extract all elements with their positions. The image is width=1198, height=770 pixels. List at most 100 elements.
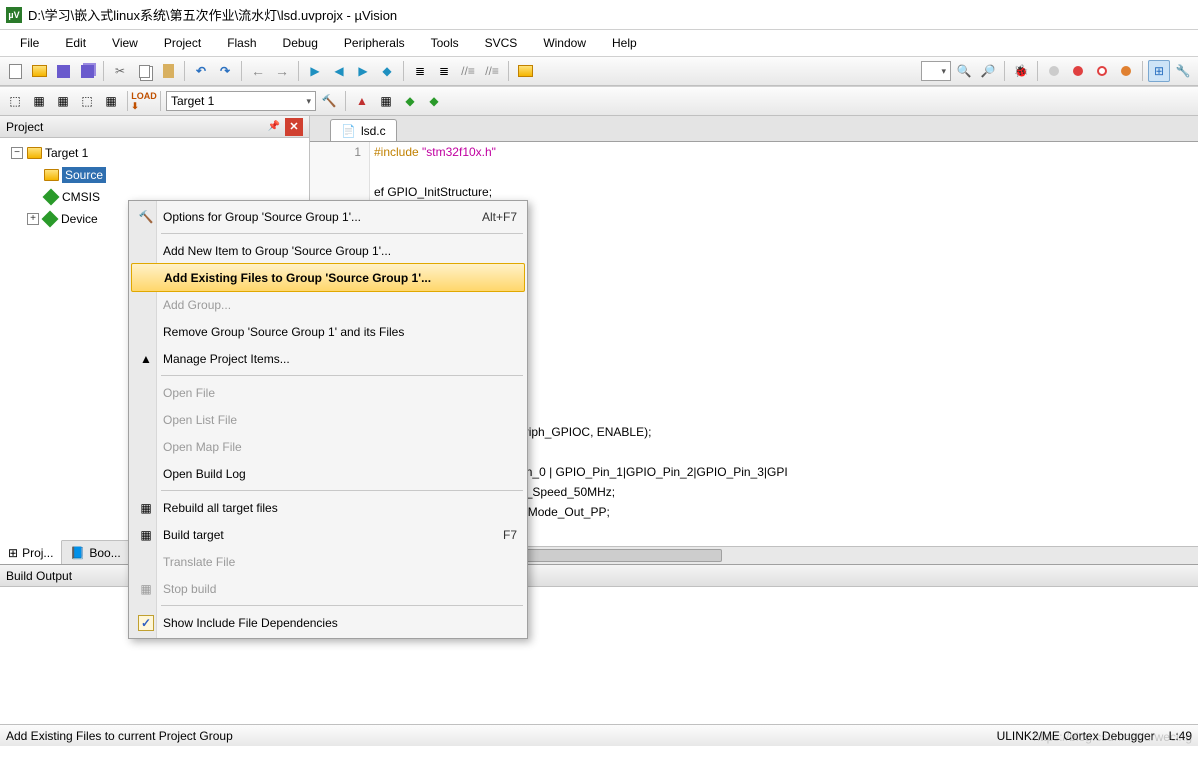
translate-button[interactable]: ⬚ (4, 90, 26, 112)
menu-file[interactable]: File (8, 33, 51, 53)
ctx-open-build-log[interactable]: Open Build Log (131, 460, 525, 487)
doc-tab-lsd[interactable]: 📄 lsd.c (330, 119, 397, 141)
rebuild-icon: ▦ (137, 499, 155, 517)
target-options-button[interactable]: 🔨 (318, 90, 340, 112)
indent-button[interactable]: ≣ (409, 60, 431, 82)
toolbar-separator (508, 61, 509, 81)
menu-tools[interactable]: Tools (419, 33, 471, 53)
ctx-translate[interactable]: Translate File (131, 548, 525, 575)
collapse-icon[interactable]: − (11, 147, 23, 159)
bookmark-prev-button[interactable]: ◀ (328, 60, 350, 82)
menu-help[interactable]: Help (600, 33, 649, 53)
stop-build-button[interactable]: ▦ (100, 90, 122, 112)
new-file-button[interactable] (4, 60, 26, 82)
ctx-add-new[interactable]: Add New Item to Group 'Source Group 1'..… (131, 237, 525, 264)
toolbar-separator (345, 91, 346, 111)
ctx-show-include[interactable]: ✓ Show Include File Dependencies (131, 609, 525, 636)
comment-button[interactable]: //≡ (457, 60, 479, 82)
configure-button[interactable]: 🔧 (1172, 60, 1194, 82)
component-icon (43, 189, 59, 205)
nav-back-button[interactable]: ← (247, 60, 269, 82)
breakpoint-insert-button[interactable] (1043, 60, 1065, 82)
close-panel-button[interactable]: ✕ (285, 118, 303, 136)
incremental-find-button[interactable]: 🔎 (977, 60, 999, 82)
check-icon: ✓ (137, 614, 155, 632)
ctx-open-file[interactable]: Open File (131, 379, 525, 406)
find-button[interactable]: 🔍 (953, 60, 975, 82)
bookmark-toggle-button[interactable]: ▶ (304, 60, 326, 82)
save-all-button[interactable] (76, 60, 98, 82)
redo-button[interactable]: ↷ (214, 60, 236, 82)
toolbar-separator (241, 61, 242, 81)
ctx-stop-build[interactable]: ▦ Stop build (131, 575, 525, 602)
open-file-button[interactable] (28, 60, 50, 82)
paste-button[interactable] (157, 60, 179, 82)
menu-svcs[interactable]: SVCS (473, 33, 530, 53)
stop-icon: ▦ (137, 580, 155, 598)
project-panel-title: Project (6, 120, 43, 134)
ctx-build[interactable]: ▦ Build target F7 (131, 521, 525, 548)
save-button[interactable] (52, 60, 74, 82)
cut-button[interactable]: ✂ (109, 60, 131, 82)
bookmark-next-button[interactable]: ▶ (352, 60, 374, 82)
outdent-button[interactable]: ≣ (433, 60, 455, 82)
tree-target-row[interactable]: − Target 1 (2, 142, 307, 164)
target-combo[interactable]: Target 1 (166, 91, 316, 111)
build-toolbar: ⬚ ▦ ▦ ⬚ ▦ LOAD⬇ Target 1 🔨 ▲ ▦ ◆ ◆ (0, 86, 1198, 116)
ctx-remove-group[interactable]: Remove Group 'Source Group 1' and its Fi… (131, 318, 525, 345)
doc-tab-label: lsd.c (361, 124, 386, 138)
ctx-open-list[interactable]: Open List File (131, 406, 525, 433)
status-bar: Add Existing Files to current Project Gr… (0, 724, 1198, 746)
select-packs-button[interactable]: ▦ (375, 90, 397, 112)
build-button[interactable]: ▦ (28, 90, 50, 112)
ctx-add-existing[interactable]: Add Existing Files to Group 'Source Grou… (131, 263, 525, 292)
context-menu: 🔨 Options for Group 'Source Group 1'... … (128, 200, 528, 639)
window-title: D:\学习\嵌入式linux系统\第五次作业\流水灯\lsd.uvprojx -… (28, 5, 397, 24)
breakpoint-enable-button[interactable] (1067, 60, 1089, 82)
manage-rte-button[interactable]: ◆ (423, 90, 445, 112)
menu-window[interactable]: Window (531, 33, 598, 53)
ctx-open-map[interactable]: Open Map File (131, 433, 525, 460)
project-panel-header: Project 📌 ✕ (0, 116, 309, 138)
find-in-files-button[interactable] (514, 60, 536, 82)
menu-edit[interactable]: Edit (53, 33, 98, 53)
pin-icon[interactable]: 📌 (267, 120, 281, 134)
ctx-options[interactable]: 🔨 Options for Group 'Source Group 1'... … (131, 203, 525, 230)
ctx-rebuild[interactable]: ▦ Rebuild all target files (131, 494, 525, 521)
pack-installer-button[interactable]: ◆ (399, 90, 421, 112)
rebuild-button[interactable]: ▦ (52, 90, 74, 112)
download-button[interactable]: LOAD⬇ (133, 90, 155, 112)
tree-target-label: Target 1 (45, 146, 88, 160)
menu-project[interactable]: Project (152, 33, 213, 53)
menu-debug[interactable]: Debug (271, 33, 330, 53)
menu-view[interactable]: View (100, 33, 150, 53)
ctx-manage-items[interactable]: ▲ Manage Project Items... (131, 345, 525, 372)
copy-button[interactable] (133, 60, 155, 82)
build-icon: ▦ (137, 526, 155, 544)
tree-source-group-row[interactable]: Source (2, 164, 307, 186)
title-bar: µV D:\学习\嵌入式linux系统\第五次作业\流水灯\lsd.uvproj… (0, 0, 1198, 30)
component-icon (42, 211, 58, 227)
tab-project[interactable]: ⊞Proj... (0, 540, 62, 564)
debug-button[interactable]: 🐞 (1010, 60, 1032, 82)
menu-peripherals[interactable]: Peripherals (332, 33, 417, 53)
undo-button[interactable]: ↶ (190, 60, 212, 82)
batch-build-button[interactable]: ⬚ (76, 90, 98, 112)
window-layout-button[interactable]: ⊞ (1148, 60, 1170, 82)
tab-books[interactable]: 📘Boo... (62, 541, 129, 564)
breakpoint-disable-button[interactable] (1091, 60, 1113, 82)
status-message: Add Existing Files to current Project Gr… (6, 729, 233, 743)
main-toolbar: ✂ ↶ ↷ ← → ▶ ◀ ▶ ◆ ≣ ≣ //≡ //≡ 🔍 🔎 🐞 ⊞ 🔧 (0, 56, 1198, 86)
find-combo[interactable] (921, 61, 951, 81)
uncomment-button[interactable]: //≡ (481, 60, 503, 82)
ctx-add-group[interactable]: Add Group... (131, 291, 525, 318)
tree-cmsis-label: CMSIS (62, 190, 100, 204)
bookmark-clear-button[interactable]: ◆ (376, 60, 398, 82)
expand-icon[interactable]: + (27, 213, 39, 225)
breakpoint-kill-button[interactable] (1115, 60, 1137, 82)
manage-project-button[interactable]: ▲ (351, 90, 373, 112)
nav-forward-button[interactable]: → (271, 60, 293, 82)
toolbar-separator (403, 61, 404, 81)
menu-flash[interactable]: Flash (215, 33, 268, 53)
ctx-separator (161, 605, 523, 606)
